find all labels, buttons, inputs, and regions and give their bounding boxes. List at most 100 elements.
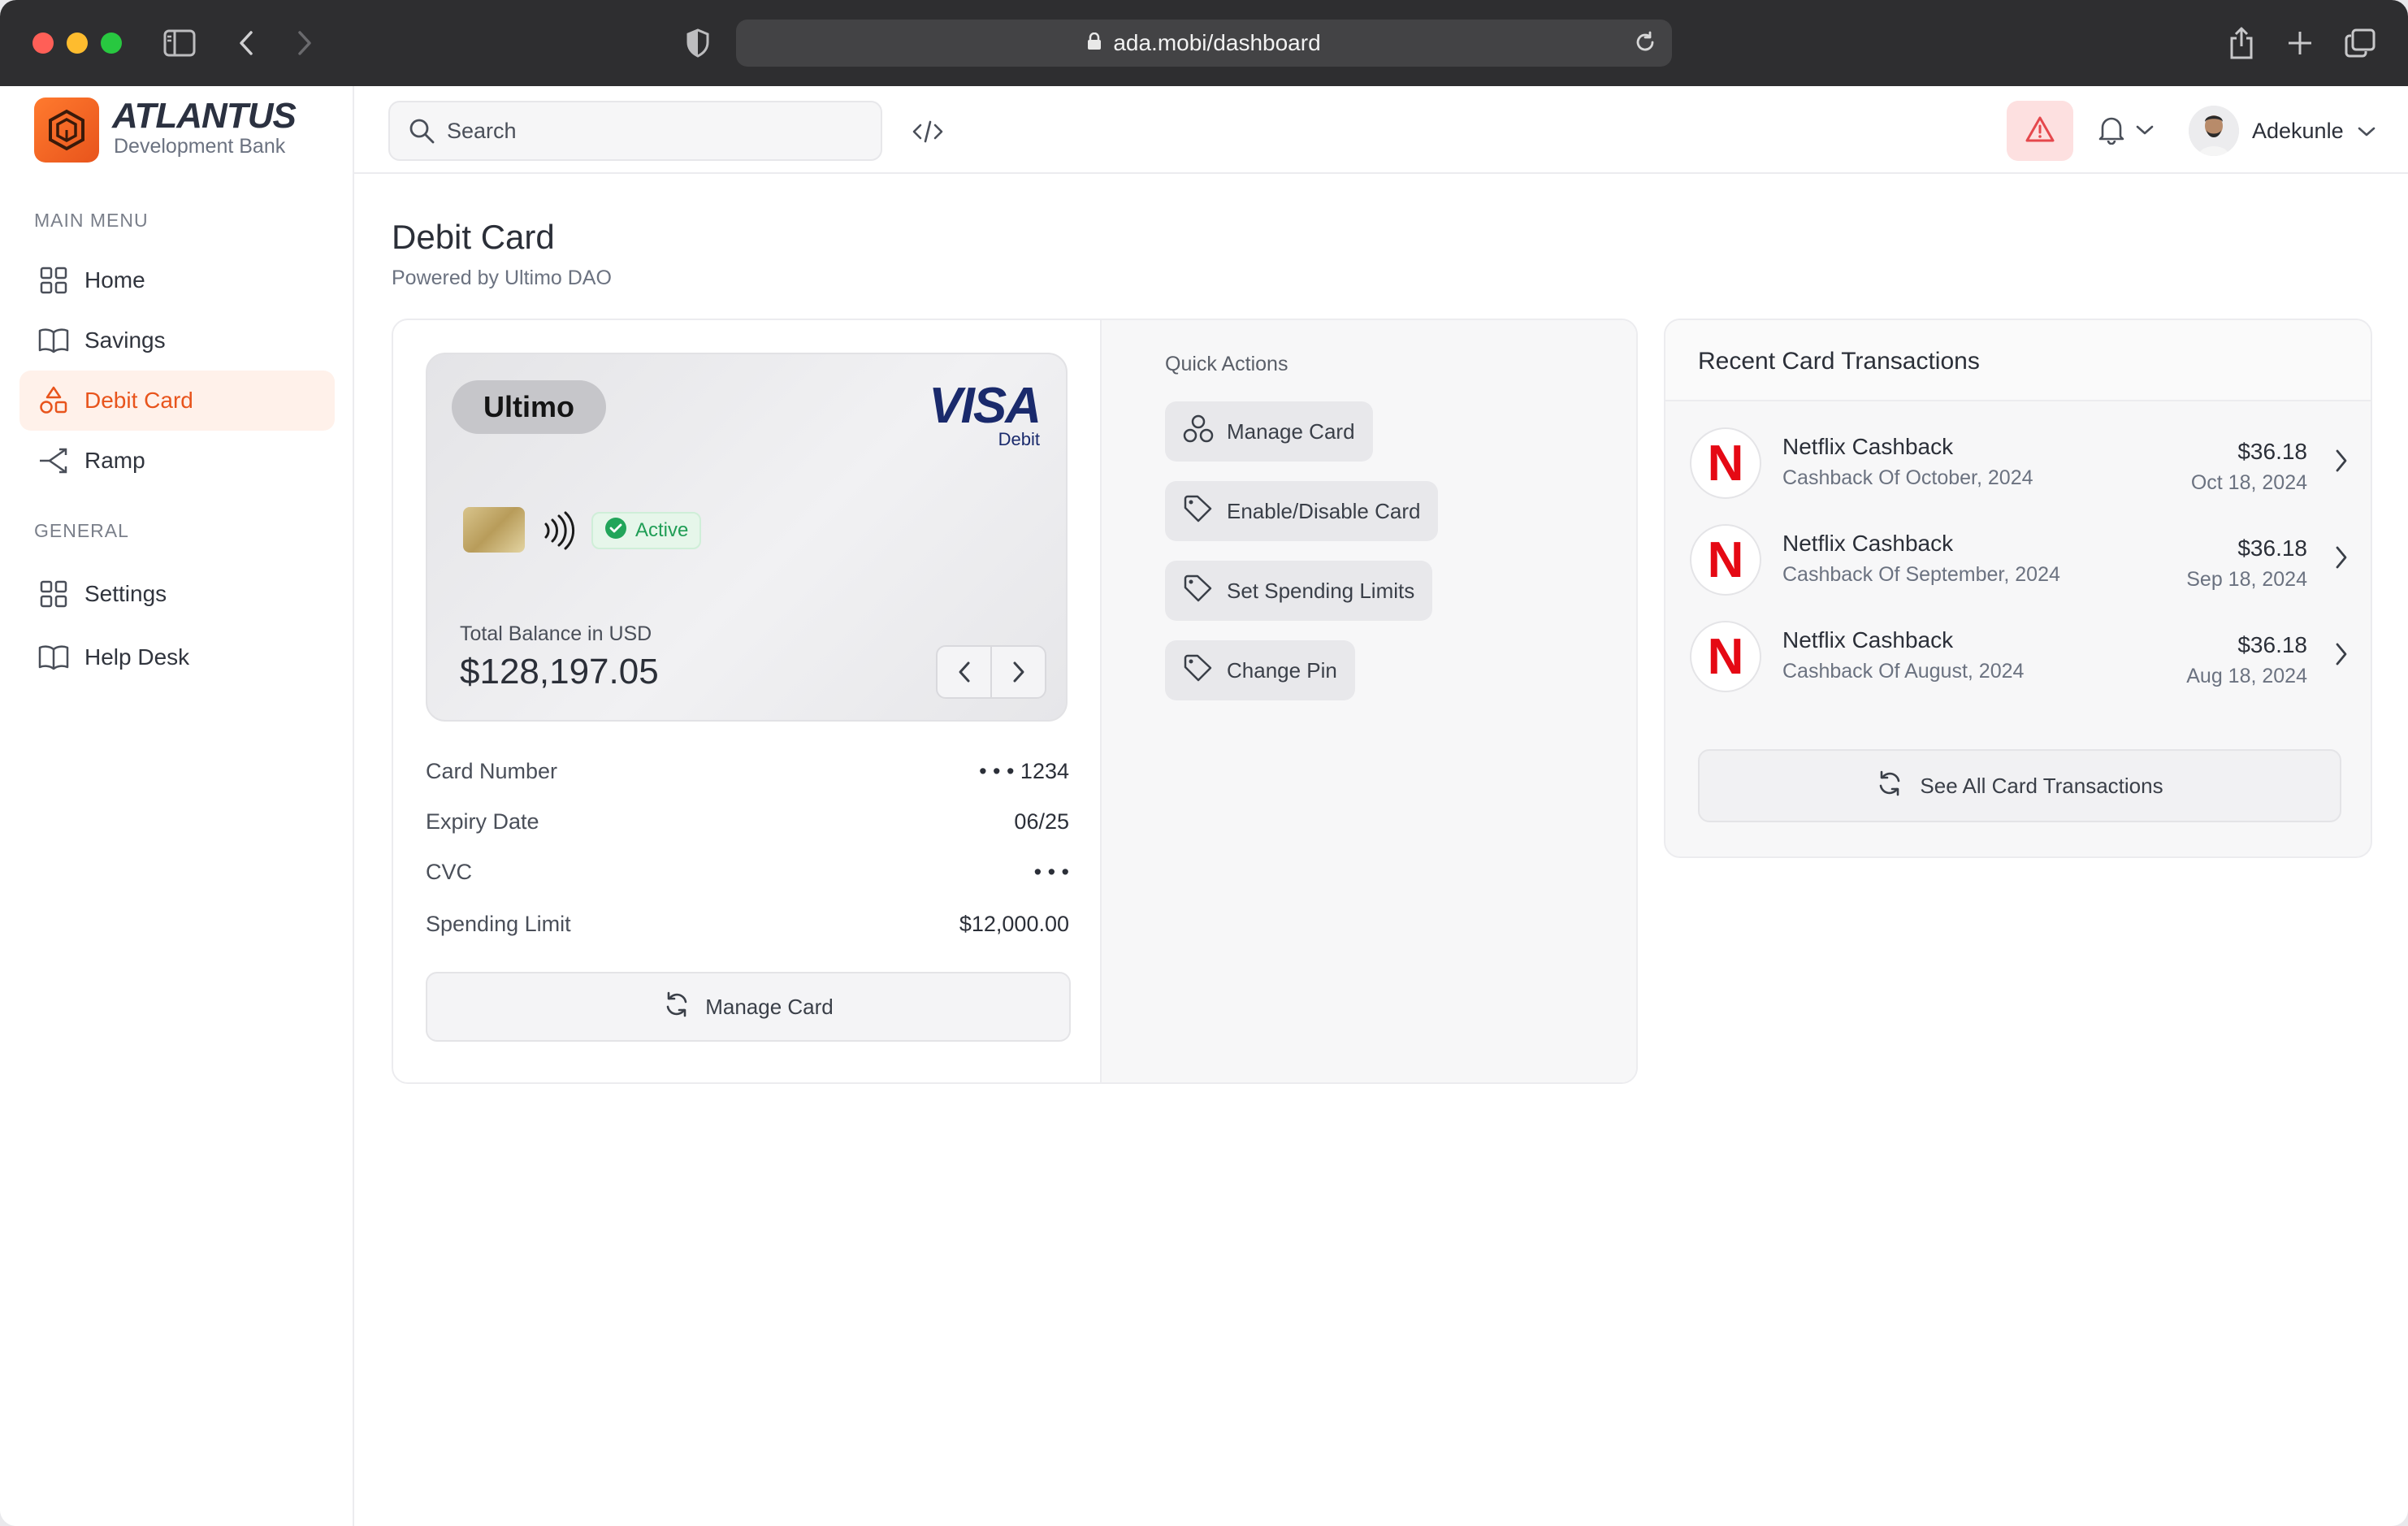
url-text: ada.mobi/dashboard xyxy=(1113,30,1321,55)
back-icon[interactable] xyxy=(226,23,266,63)
manage-card-button[interactable]: Manage Card xyxy=(426,972,1071,1042)
transaction-date: Sep 18, 2024 xyxy=(2186,568,2307,591)
transaction-amount: $36.18 xyxy=(2237,439,2307,464)
user-menu[interactable]: Adekunle xyxy=(2189,102,2376,159)
search-input[interactable]: Search xyxy=(388,101,882,161)
sidebar-item-ramp[interactable]: Ramp xyxy=(19,431,335,491)
atlantus-logo[interactable] xyxy=(34,98,99,163)
reload-icon[interactable] xyxy=(1633,30,1657,60)
address-bar[interactable]: ada.mobi/dashboard xyxy=(736,20,1672,67)
book-icon xyxy=(37,324,70,357)
sidebar-item-label: Help Desk xyxy=(84,644,190,670)
page-subtitle: Powered by Ultimo DAO xyxy=(392,267,612,289)
browser-window: ada.mobi/dashboard ATLANTUS Development … xyxy=(0,0,2408,1526)
detail-label: Spending Limit xyxy=(426,912,571,936)
warning-icon xyxy=(2025,115,2055,147)
search-placeholder: Search xyxy=(447,118,517,143)
grid-icon xyxy=(37,264,70,297)
netflix-logo: N xyxy=(1690,524,1761,596)
main-menu-label: MAIN MENU xyxy=(34,210,149,231)
tag-icon xyxy=(1183,654,1214,687)
browser-toolbar: ada.mobi/dashboard xyxy=(0,0,2408,86)
sidebar-item-savings[interactable]: Savings xyxy=(19,310,335,371)
transactions-title: Recent Card Transactions xyxy=(1698,348,1980,375)
chevron-down-icon xyxy=(2357,119,2376,144)
chevron-right-icon xyxy=(2333,447,2350,479)
sidebar-item-label: Settings xyxy=(84,581,167,606)
detail-value: • • • xyxy=(1033,860,1069,884)
netflix-logo: N xyxy=(1690,621,1761,692)
quick-action-label: Change Pin xyxy=(1227,657,1337,683)
shield-icon[interactable] xyxy=(678,23,718,63)
spending-limit-row: Spending Limit $12,000.00 xyxy=(426,912,1069,937)
quick-action-change-pin[interactable]: Change Pin xyxy=(1165,640,1355,700)
transaction-row[interactable]: N Netflix Cashback Cashback Of October, … xyxy=(1690,421,2350,502)
forward-icon[interactable] xyxy=(284,23,325,63)
quick-action-label: Set Spending Limits xyxy=(1227,578,1415,603)
transaction-amount: $36.18 xyxy=(2237,632,2307,657)
top-bar: Search Adekunle xyxy=(354,86,2408,174)
minimize-window-button[interactable] xyxy=(67,33,88,54)
tabs-overview-icon[interactable] xyxy=(2340,23,2380,63)
card-number-row: Card Number • • • 1234 xyxy=(426,759,1069,784)
grid-icon xyxy=(37,578,70,610)
quick-action-manage-card[interactable]: Manage Card xyxy=(1165,401,1373,462)
netflix-logo: N xyxy=(1690,427,1761,499)
previous-card-button[interactable] xyxy=(938,647,992,697)
debit-card-panel: Ultimo VISA Debit Active Total Balance i… xyxy=(392,319,1638,1084)
user-name: Adekunle xyxy=(2252,118,2344,143)
status-badge: Active xyxy=(591,512,702,549)
notifications-button[interactable] xyxy=(2098,111,2155,153)
alert-button[interactable] xyxy=(2007,101,2073,161)
refresh-icon xyxy=(663,991,691,1024)
maximize-window-button[interactable] xyxy=(101,33,122,54)
shapes-icon xyxy=(37,384,70,417)
tag-icon xyxy=(1183,495,1214,528)
brand-title: ATLANTUS xyxy=(112,96,297,136)
sidebar-item-label: Ramp xyxy=(84,448,145,473)
transaction-row[interactable]: N Netflix Cashback Cashback Of September… xyxy=(1690,518,2350,599)
sidebar-item-settings[interactable]: Settings xyxy=(19,564,335,624)
quick-actions-section: Quick Actions Manage Card Enable/Disable… xyxy=(1100,320,1636,1082)
card-visual: Ultimo VISA Debit Active Total Balance i… xyxy=(426,353,1068,722)
chevron-right-icon xyxy=(2333,544,2350,575)
refresh-icon xyxy=(1876,770,1903,803)
code-icon[interactable] xyxy=(907,111,949,153)
transaction-description: Cashback Of August, 2024 xyxy=(1782,660,2025,683)
quick-actions-label: Quick Actions xyxy=(1165,353,1288,375)
quick-action-set-spending-limits[interactable]: Set Spending Limits xyxy=(1165,561,1433,621)
transaction-description: Cashback Of October, 2024 xyxy=(1782,466,2033,489)
ramp-icon xyxy=(37,444,70,477)
sidebar-toggle-icon[interactable] xyxy=(159,23,200,63)
transaction-row[interactable]: N Netflix Cashback Cashback Of August, 2… xyxy=(1690,614,2350,696)
sidebar-item-debit-card[interactable]: Debit Card xyxy=(19,371,335,431)
sidebar-item-label: Savings xyxy=(84,327,166,353)
detail-label: Expiry Date xyxy=(426,809,539,834)
share-icon[interactable] xyxy=(2221,23,2262,63)
quick-action-enable-disable-card[interactable]: Enable/Disable Card xyxy=(1165,481,1439,541)
sidebar-item-help-desk[interactable]: Help Desk xyxy=(19,627,335,687)
transaction-name: Netflix Cashback xyxy=(1782,531,1954,556)
see-all-transactions-button[interactable]: See All Card Transactions xyxy=(1698,749,2341,822)
detail-value: • • • 1234 xyxy=(979,759,1069,783)
recent-transactions-panel: Recent Card Transactions N Netflix Cashb… xyxy=(1664,319,2372,858)
transaction-name: Netflix Cashback xyxy=(1782,434,1954,459)
brand-subtitle: Development Bank xyxy=(114,135,286,158)
balance-label: Total Balance in USD xyxy=(460,622,652,645)
transaction-date: Aug 18, 2024 xyxy=(2186,665,2307,687)
check-circle-icon xyxy=(604,517,627,545)
sidebar-item-home[interactable]: Home xyxy=(19,250,335,310)
page-title: Debit Card xyxy=(392,218,555,256)
next-card-button[interactable] xyxy=(992,647,1045,697)
card-switcher xyxy=(936,645,1046,699)
new-tab-icon[interactable] xyxy=(2280,23,2320,63)
card-chip xyxy=(463,507,525,553)
detail-label: CVC xyxy=(426,860,473,884)
close-window-button[interactable] xyxy=(32,33,54,54)
transaction-description: Cashback Of September, 2024 xyxy=(1782,563,2060,586)
sidebar-item-label: Debit Card xyxy=(84,388,193,413)
card-type-label: Debit xyxy=(998,429,1040,449)
balance-value: $128,197.05 xyxy=(460,652,659,691)
sidebar: ATLANTUS Development Bank MAIN MENU Home… xyxy=(0,86,354,1526)
general-label: GENERAL xyxy=(34,520,129,541)
